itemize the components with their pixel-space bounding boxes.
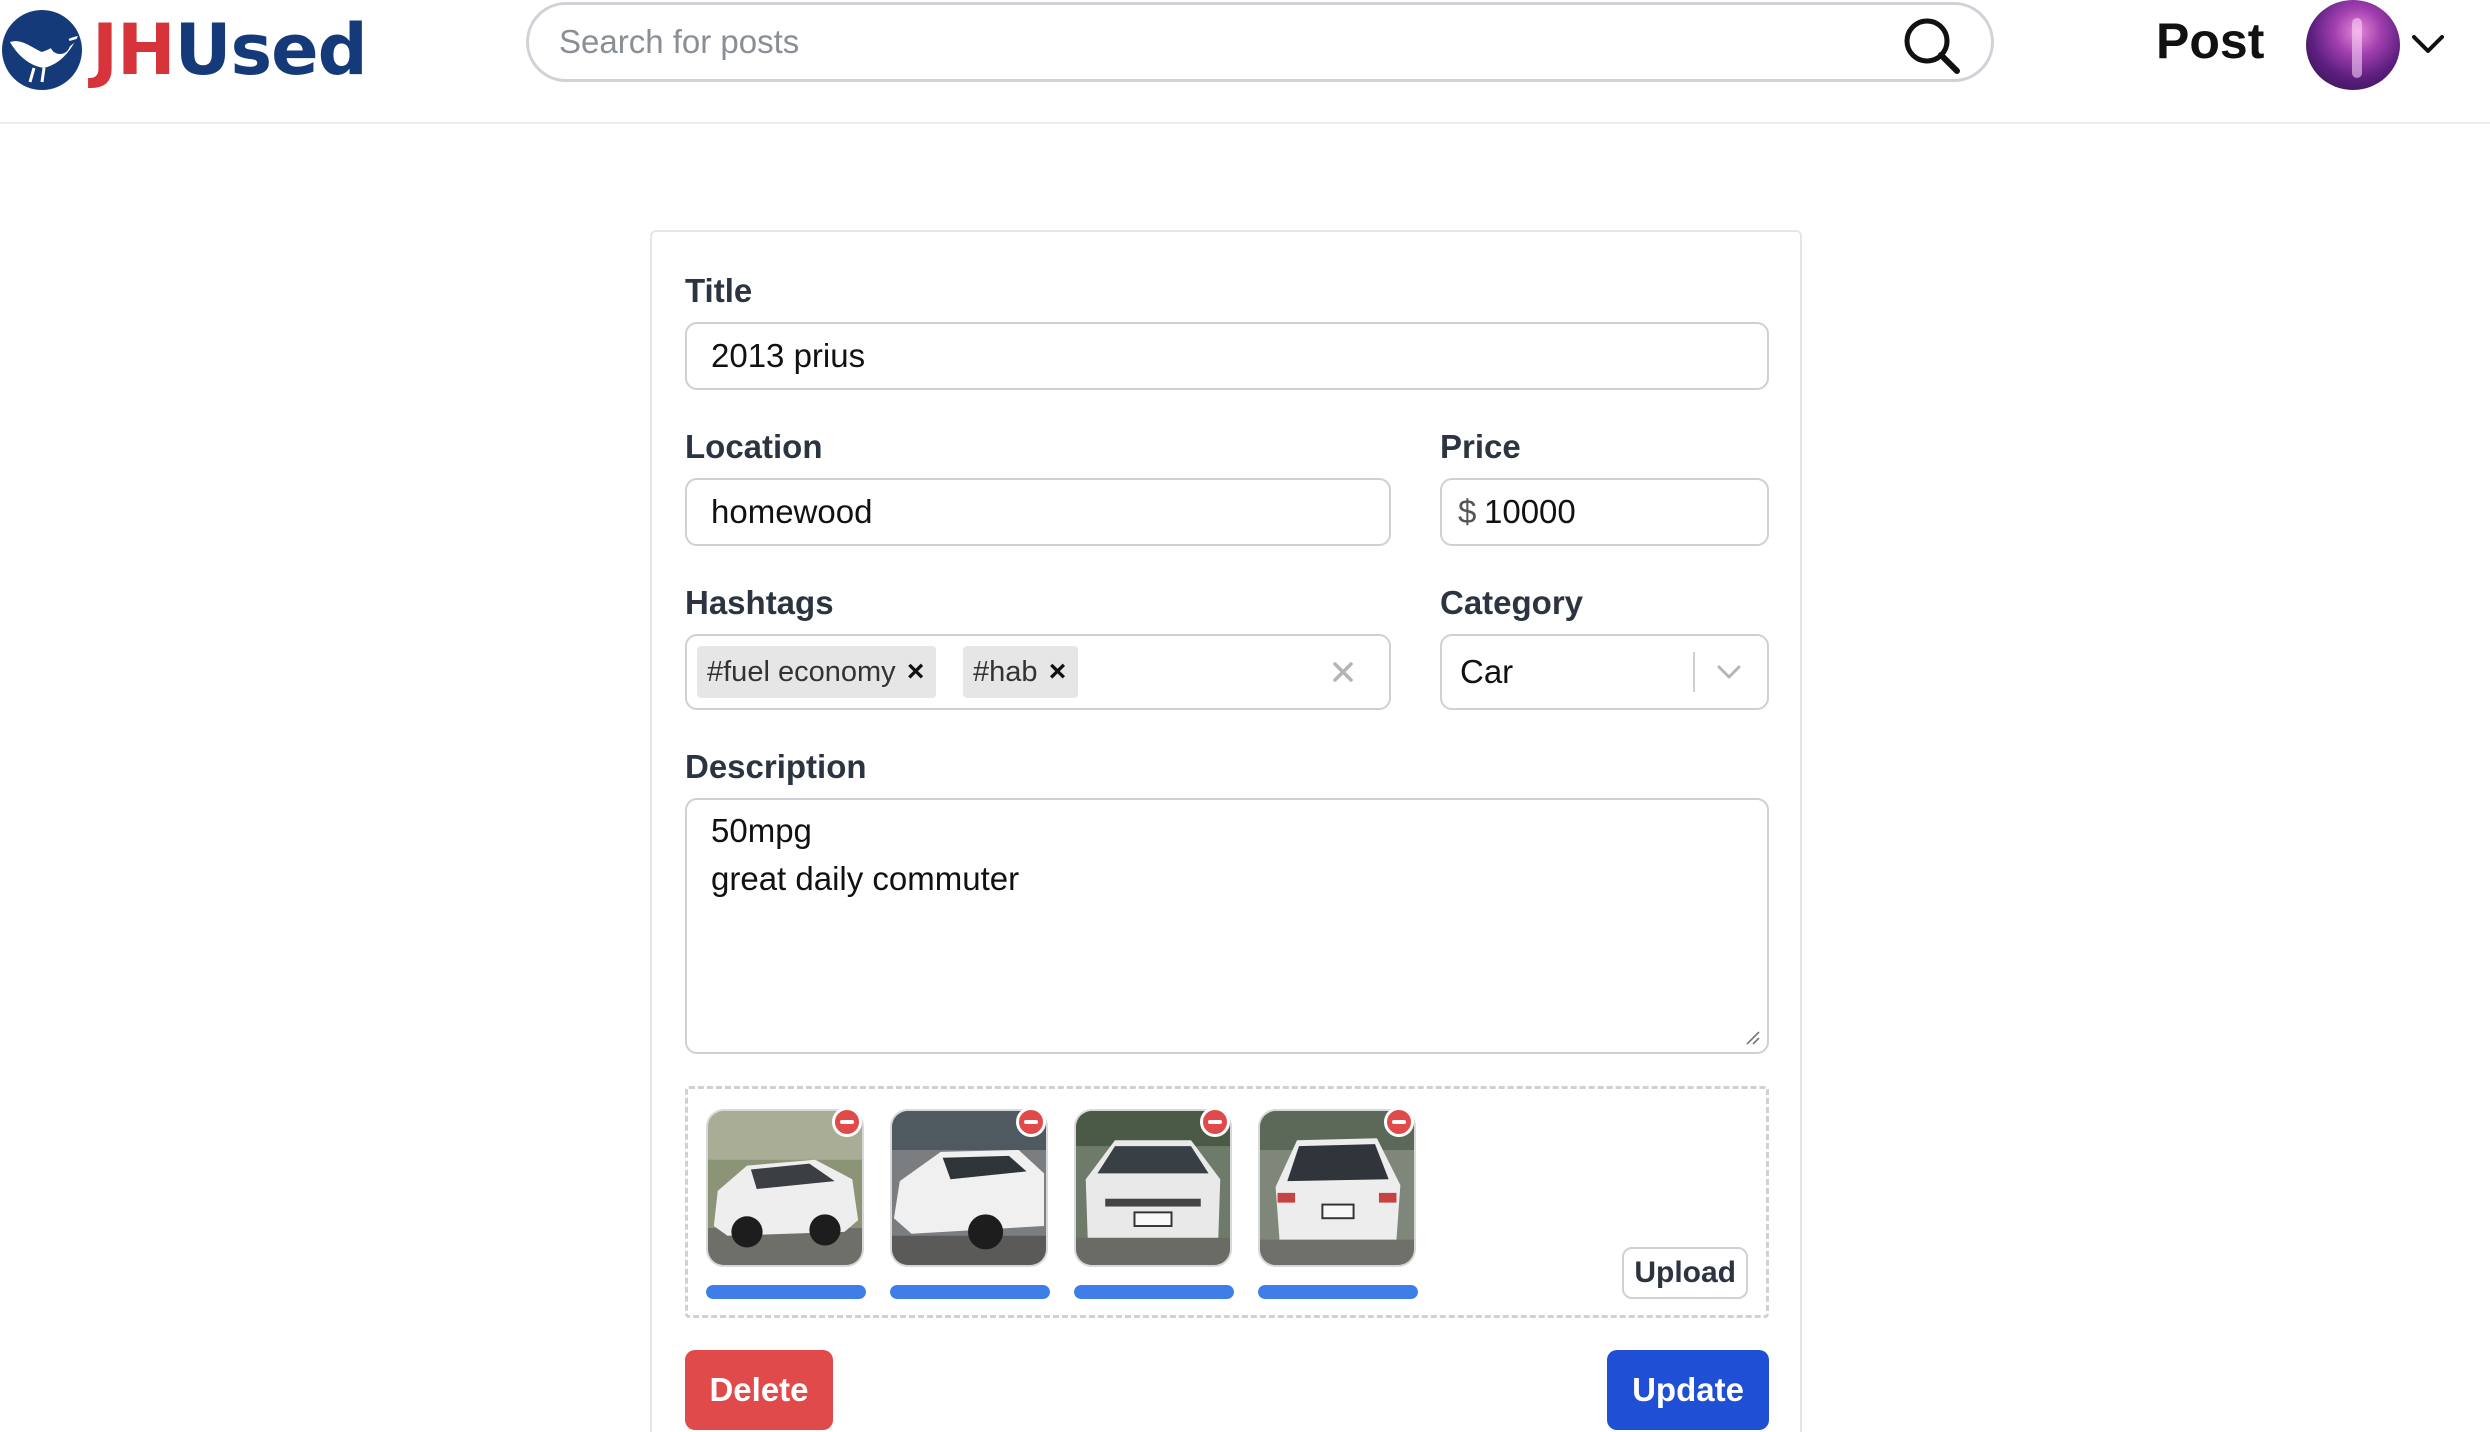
chevron-down-icon[interactable]	[1713, 656, 1745, 688]
select-separator	[1693, 652, 1695, 692]
bird-logo-icon	[2, 10, 82, 90]
remove-image-icon[interactable]	[1016, 1107, 1046, 1137]
post-link[interactable]: Post	[2156, 12, 2264, 70]
site-name: JHUsed	[92, 15, 368, 85]
description-line: 50mpg	[711, 812, 812, 849]
update-button[interactable]: Update	[1607, 1350, 1769, 1430]
avatar[interactable]	[2306, 0, 2400, 90]
hashtag-chip: #hab ×	[963, 646, 1078, 698]
title-input[interactable]	[711, 324, 1751, 388]
location-input[interactable]	[711, 480, 1373, 544]
upload-progress-bar	[890, 1285, 1050, 1299]
upload-progress-bar	[1074, 1285, 1234, 1299]
chevron-down-icon[interactable]	[2410, 26, 2446, 62]
edit-post-card: Title Location Price $ Hashtags #fuel ec…	[650, 230, 1802, 1432]
upload-progress-fill	[706, 1285, 866, 1299]
currency-prefix: $	[1458, 493, 1477, 530]
remove-tag-icon[interactable]: ×	[896, 646, 936, 698]
remove-image-icon[interactable]	[1384, 1107, 1414, 1137]
price-label: Price	[1440, 428, 1521, 465]
site-logo[interactable]: JHUsed	[0, 8, 368, 92]
top-navbar: JHUsed Post	[0, 0, 2490, 124]
logo-text-used: Used	[174, 9, 368, 91]
hashtags-multiselect[interactable]: #fuel economy × #hab ×	[685, 634, 1391, 710]
search-bar	[526, 2, 1994, 82]
search-icon[interactable]	[1901, 15, 1963, 77]
upload-progress-fill	[890, 1285, 1050, 1299]
price-field: $	[1440, 478, 1769, 546]
description-textarea[interactable]: 50mpg great daily commuter	[685, 798, 1769, 1054]
category-value: Car	[1460, 653, 1514, 690]
category-select[interactable]: Car	[1440, 634, 1769, 710]
remove-tag-icon[interactable]: ×	[1038, 646, 1078, 698]
title-label: Title	[685, 272, 753, 309]
remove-image-icon[interactable]	[832, 1107, 862, 1137]
image-upload-dropzone[interactable]: Upload	[685, 1086, 1769, 1318]
location-field	[685, 478, 1391, 546]
upload-button[interactable]: Upload	[1622, 1247, 1748, 1299]
upload-progress-fill	[1074, 1285, 1234, 1299]
search-input[interactable]	[559, 15, 1859, 69]
upload-progress-fill	[1258, 1285, 1418, 1299]
description-label: Description	[685, 748, 867, 785]
hashtags-label: Hashtags	[685, 584, 834, 621]
upload-progress-bar	[1258, 1285, 1418, 1299]
price-input[interactable]	[1484, 480, 1769, 544]
clear-icon[interactable]	[1319, 648, 1367, 696]
delete-button[interactable]: Delete	[685, 1350, 833, 1430]
remove-image-icon[interactable]	[1200, 1107, 1230, 1137]
title-field	[685, 322, 1769, 390]
logo-text-jh: JH	[92, 9, 176, 91]
upload-progress-bar	[706, 1285, 866, 1299]
hashtag-chip-label: #hab	[973, 655, 1038, 688]
location-label: Location	[685, 428, 823, 465]
description-line: great daily commuter	[711, 860, 1020, 897]
hashtag-chip: #fuel economy ×	[697, 646, 936, 698]
category-label: Category	[1440, 584, 1584, 621]
resize-handle-icon[interactable]	[1743, 1028, 1761, 1046]
hashtag-chip-label: #fuel economy	[707, 655, 896, 688]
